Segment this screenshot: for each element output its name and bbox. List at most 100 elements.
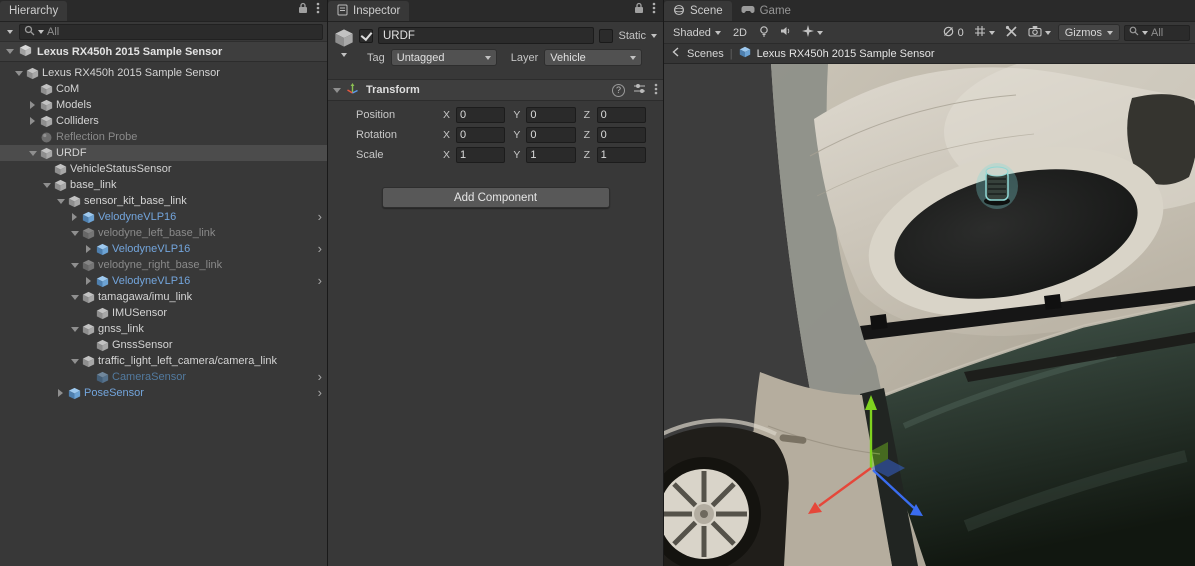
- presets-icon[interactable]: [633, 83, 646, 97]
- tag-dropdown[interactable]: Untagged: [391, 49, 497, 66]
- icon-picker-caret[interactable]: [341, 53, 347, 57]
- hierarchy-item[interactable]: URDF: [0, 145, 327, 161]
- scene-search-input[interactable]: All: [1124, 25, 1190, 41]
- hierarchy-search-input[interactable]: All: [19, 24, 323, 40]
- tab-scene[interactable]: Scene: [664, 1, 732, 21]
- hierarchy-item[interactable]: Lexus RX450h 2015 Sample Sensor: [0, 65, 327, 81]
- menu-icon[interactable]: [654, 83, 658, 98]
- scene-viewport[interactable]: [664, 64, 1194, 566]
- transform-foldout-arrow[interactable]: [333, 88, 341, 93]
- hierarchy-item[interactable]: VehicleStatusSensor: [0, 161, 327, 177]
- hierarchy-item[interactable]: gnss_link: [0, 321, 327, 337]
- shading-mode-dropdown[interactable]: Shaded: [669, 24, 725, 42]
- layer-dropdown[interactable]: Vehicle: [544, 49, 642, 66]
- breadcrumb-object[interactable]: Lexus RX450h 2015 Sample Sensor: [757, 48, 935, 60]
- foldout-open-arrow[interactable]: [40, 177, 53, 193]
- foldout-open-arrow[interactable]: [68, 257, 81, 273]
- foldout-closed-arrow[interactable]: [82, 273, 95, 289]
- active-checkbox[interactable]: [359, 29, 373, 43]
- hierarchy-item[interactable]: VelodyneVLP16›: [0, 273, 327, 289]
- search-options-button[interactable]: [4, 30, 16, 34]
- scene-3d-render[interactable]: [664, 64, 1195, 566]
- hierarchy-item[interactable]: CoM: [0, 81, 327, 97]
- object-name-input[interactable]: [378, 27, 594, 44]
- scene-lighting-button[interactable]: [755, 24, 773, 42]
- prefab-open-chevron[interactable]: ›: [318, 369, 322, 385]
- scene-grid-dropdown[interactable]: [971, 24, 998, 42]
- position-y-input[interactable]: [526, 107, 575, 123]
- breadcrumb-root[interactable]: Scenes: [687, 48, 724, 60]
- static-flags-caret[interactable]: [651, 34, 657, 38]
- foldout-open-arrow[interactable]: [68, 225, 81, 241]
- prefab-open-chevron[interactable]: ›: [318, 385, 322, 401]
- foldout-closed-arrow[interactable]: [82, 241, 95, 257]
- lock-icon[interactable]: [634, 2, 644, 17]
- rotation-z-input[interactable]: [597, 127, 646, 143]
- foldout-open-arrow[interactable]: [54, 193, 67, 209]
- scene-header-row[interactable]: Lexus RX450h 2015 Sample Sensor: [0, 42, 327, 62]
- hierarchy-item[interactable]: Models: [0, 97, 327, 113]
- scale-x-input[interactable]: [456, 147, 505, 163]
- scene-visibility-button[interactable]: 0: [939, 24, 967, 42]
- search-filter-caret[interactable]: [38, 30, 44, 34]
- foldout-open-arrow[interactable]: [26, 145, 39, 161]
- back-icon[interactable]: [671, 47, 681, 60]
- gameobject-icon: [39, 146, 53, 160]
- foldout-closed-arrow[interactable]: [26, 113, 39, 129]
- tab-hierarchy[interactable]: Hierarchy: [0, 1, 67, 21]
- rotation-x-input[interactable]: [456, 127, 505, 143]
- help-icon[interactable]: ?: [612, 84, 625, 97]
- rotation-y-input[interactable]: [526, 127, 575, 143]
- add-component-button[interactable]: Add Component: [382, 187, 610, 208]
- tab-inspector[interactable]: Inspector: [328, 1, 409, 21]
- transform-component-header[interactable]: Transform ?: [328, 79, 663, 101]
- gameobject-icon: [53, 178, 67, 192]
- search-filter-caret[interactable]: [1142, 31, 1148, 35]
- static-checkbox[interactable]: [599, 29, 613, 43]
- menu-icon[interactable]: [316, 2, 320, 17]
- hierarchy-item[interactable]: tamagawa/imu_link: [0, 289, 327, 305]
- hierarchy-item[interactable]: GnssSensor: [0, 337, 327, 353]
- position-x-input[interactable]: [456, 107, 505, 123]
- menu-icon[interactable]: [652, 2, 656, 17]
- hierarchy-item[interactable]: base_link: [0, 177, 327, 193]
- hierarchy-item[interactable]: Reflection Probe: [0, 129, 327, 145]
- scene-audio-button[interactable]: [777, 24, 795, 42]
- foldout-closed-arrow[interactable]: [54, 385, 67, 401]
- scale-y-input[interactable]: [526, 147, 575, 163]
- gizmos-dropdown[interactable]: Gizmos: [1058, 24, 1120, 41]
- gameobject-icon-button[interactable]: [332, 27, 356, 66]
- editor-tools-button[interactable]: [1002, 24, 1021, 42]
- foldout-closed-arrow[interactable]: [26, 97, 39, 113]
- foldout-open-arrow[interactable]: [12, 65, 25, 81]
- hierarchy-item[interactable]: sensor_kit_base_link: [0, 193, 327, 209]
- hierarchy-item[interactable]: IMUSensor: [0, 305, 327, 321]
- hierarchy-search-row: All: [0, 22, 327, 42]
- hierarchy-item[interactable]: Colliders: [0, 113, 327, 129]
- scene-effects-dropdown[interactable]: [799, 24, 826, 42]
- tab-game[interactable]: Game: [732, 1, 800, 21]
- lock-icon[interactable]: [298, 2, 308, 17]
- hierarchy-item[interactable]: PoseSensor›: [0, 385, 327, 401]
- foldout-open-arrow[interactable]: [68, 289, 81, 305]
- hierarchy-item[interactable]: VelodyneVLP16›: [0, 241, 327, 257]
- 2d-toggle-button[interactable]: 2D: [729, 24, 751, 42]
- prefab-open-chevron[interactable]: ›: [318, 209, 322, 225]
- foldout-open-arrow[interactable]: [68, 321, 81, 337]
- hierarchy-item[interactable]: traffic_light_left_camera/camera_link: [0, 353, 327, 369]
- foldout-open-arrow[interactable]: [68, 353, 81, 369]
- hierarchy-item[interactable]: CameraSensor›: [0, 369, 327, 385]
- hierarchy-item[interactable]: VelodyneVLP16›: [0, 209, 327, 225]
- scale-z-input[interactable]: [597, 147, 646, 163]
- foldout-closed-arrow[interactable]: [68, 209, 81, 225]
- scene-camera-dropdown[interactable]: [1025, 24, 1054, 42]
- prefab-open-chevron[interactable]: ›: [318, 241, 322, 257]
- scene-tab-icon: [673, 4, 685, 19]
- position-z-input[interactable]: [597, 107, 646, 123]
- prefab-open-chevron[interactable]: ›: [318, 273, 322, 289]
- hierarchy-item-label: IMUSensor: [112, 307, 167, 319]
- hierarchy-item[interactable]: velodyne_right_base_link: [0, 257, 327, 273]
- hierarchy-item[interactable]: velodyne_left_base_link: [0, 225, 327, 241]
- gameobject-cube-icon: [334, 28, 354, 51]
- scene-foldout-arrow[interactable]: [6, 49, 14, 54]
